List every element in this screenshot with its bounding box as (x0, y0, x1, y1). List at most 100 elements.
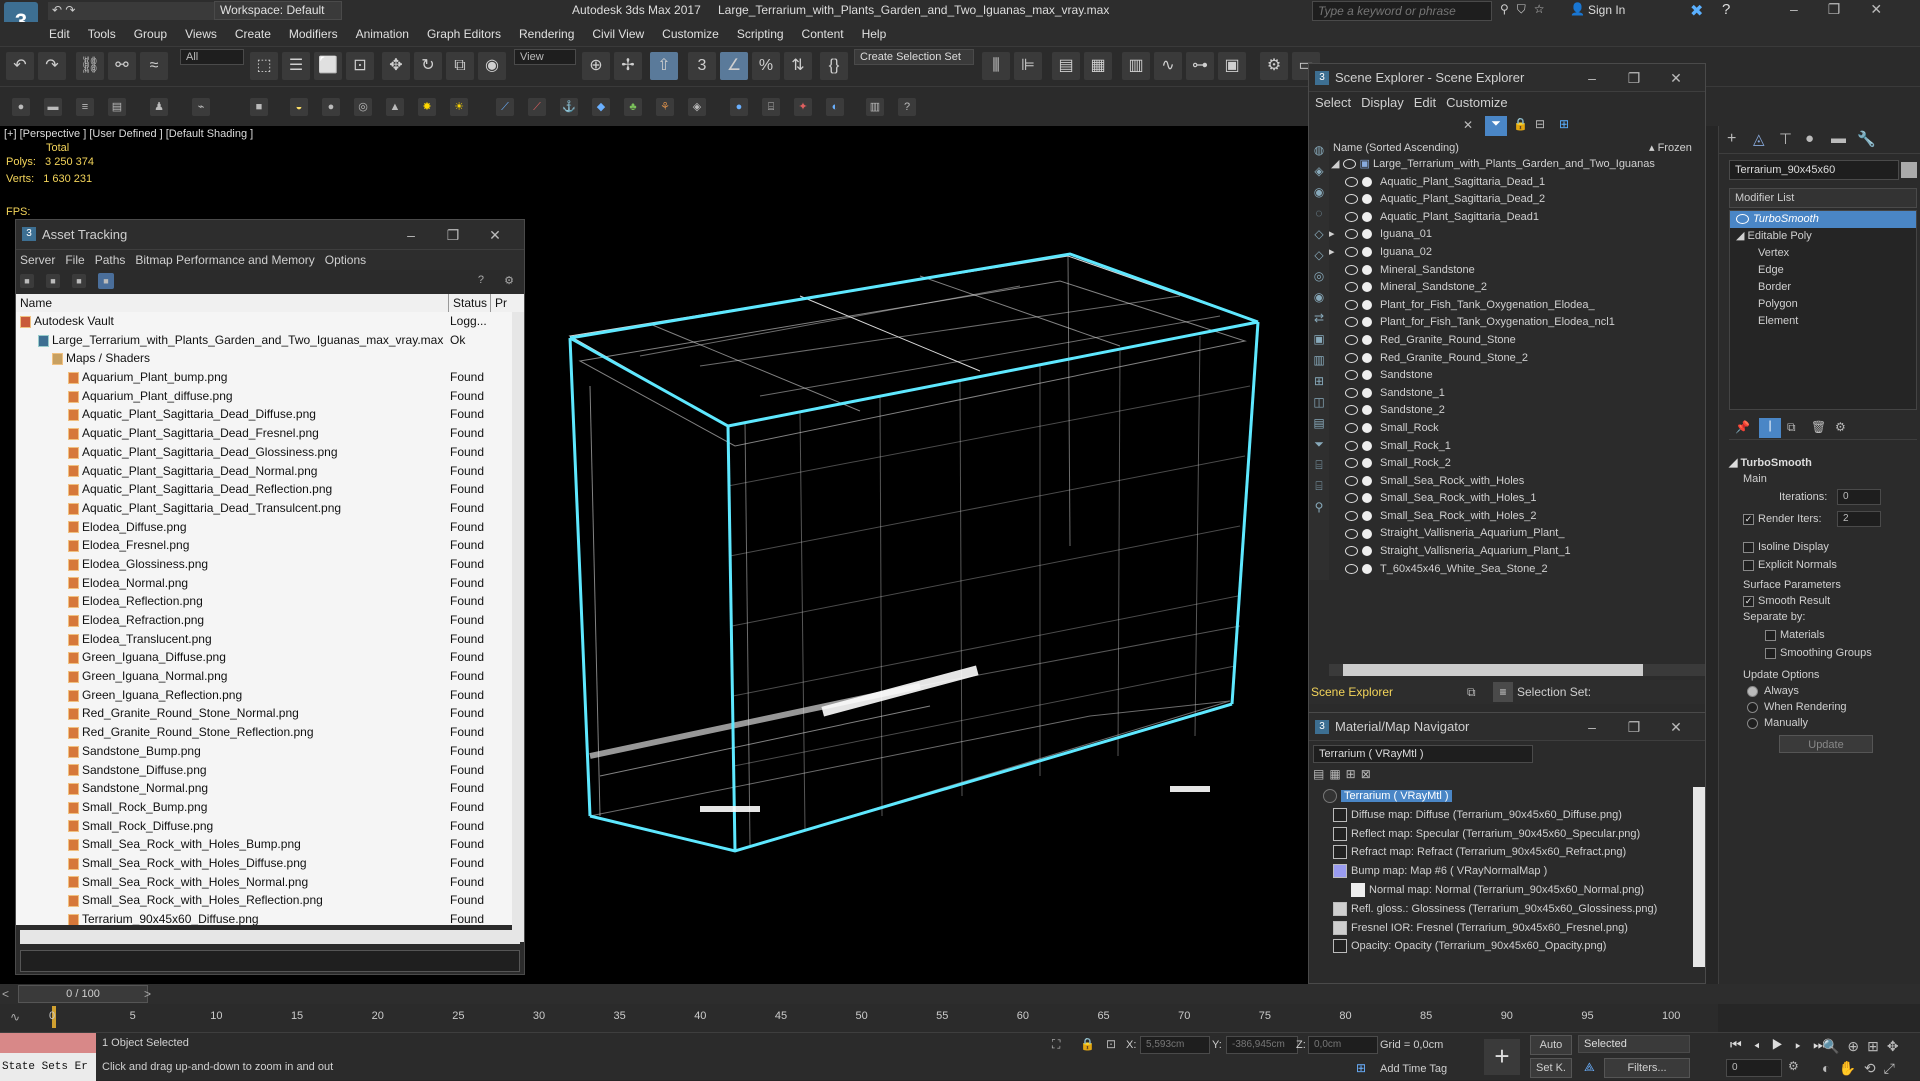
bind-space-warp-icon[interactable]: ≈ (140, 52, 168, 80)
scene-item-row[interactable]: ▸ Iguana_02 (1329, 244, 1705, 262)
placement-icon[interactable]: ◉ (478, 52, 506, 80)
visibility-icon[interactable] (1345, 493, 1358, 504)
isoline-row[interactable]: Isoline Display (1743, 541, 1917, 553)
auto-key-button[interactable]: Auto (1530, 1035, 1572, 1055)
asset-row[interactable]: Elodea_Translucent.png Found (16, 630, 512, 649)
col-name[interactable]: Name (20, 294, 52, 312)
hair-icon[interactable]: ⚘ (656, 98, 674, 116)
material-tree-item[interactable]: Bump map: Map #6 ( VRayNormalMap ) (1313, 862, 1689, 881)
material-tree-item[interactable]: Terrarium ( VRayMtl ) (1313, 787, 1689, 806)
visibility-icon[interactable] (1345, 458, 1358, 469)
torus-icon[interactable]: ◎ (354, 98, 372, 116)
scene-item-row[interactable]: Small_Rock (1329, 420, 1705, 438)
sphere-icon[interactable]: ● (322, 98, 340, 116)
edit-poly-icon[interactable]: ⌁ (192, 98, 210, 116)
scene-item-row[interactable]: Small_Sea_Rock_with_Holes_2 (1329, 508, 1705, 526)
asset-row[interactable]: Small_Sea_Rock_with_Holes_Normal.png Foun… (16, 873, 512, 892)
asset-path-field[interactable] (20, 950, 520, 972)
material-scrollbar[interactable] (1693, 787, 1705, 967)
visibility-icon[interactable] (1345, 546, 1358, 557)
material-tree-item[interactable]: Reflect map: Specular (Terrarium_90x45x6… (1313, 825, 1689, 844)
scene-explorer-dropdown[interactable]: Scene Explorer (1311, 685, 1393, 699)
explicit-normals-checkbox[interactable] (1743, 559, 1754, 571)
visibility-icon[interactable] (1345, 510, 1358, 521)
sign-in-link[interactable]: Sign In (1588, 3, 1625, 17)
asset-menu-server[interactable]: Server (20, 250, 55, 270)
modifier-list-dropdown[interactable]: Modifier List (1729, 188, 1917, 208)
scene-item-row[interactable]: Small_Rock_1 (1329, 438, 1705, 456)
time-slider[interactable]: < 0 / 100 > (0, 984, 1920, 1004)
asset-row[interactable]: Elodea_Normal.png Found (16, 574, 512, 593)
state-sets-field[interactable]: State Sets Er (0, 1053, 96, 1081)
asset-row[interactable]: Sandstone_Diffuse.png Found (16, 761, 512, 780)
visibility-icon[interactable] (1345, 282, 1358, 293)
render-iters-spinner[interactable]: 2 (1837, 511, 1881, 527)
set-key-icon[interactable]: + (1484, 1039, 1520, 1075)
col-status[interactable]: Status (448, 294, 487, 312)
scene-menu-edit[interactable]: Edit (1414, 92, 1436, 114)
scene-menu-select[interactable]: Select (1315, 92, 1351, 114)
undo-icon[interactable]: ↶ (6, 52, 34, 80)
link-icon[interactable]: ⛓ (76, 52, 104, 80)
minimize-icon[interactable]: – (1571, 713, 1613, 741)
close-icon[interactable]: ✕ (1655, 713, 1697, 741)
search-input[interactable] (1312, 1, 1492, 21)
expand-arrow-icon[interactable]: ▸ (1329, 226, 1345, 244)
lock-icon[interactable]: 🔒 (1513, 117, 1528, 131)
manually-row[interactable]: Manually (1747, 717, 1917, 729)
menu-tools[interactable]: Tools (79, 22, 125, 46)
subobject-polygon[interactable]: Polygon (1730, 296, 1916, 313)
view-icon[interactable]: ■ (98, 273, 114, 289)
subobject-vertex[interactable]: Vertex (1730, 245, 1916, 262)
scene-item-row[interactable]: Small_Rock_2 (1329, 455, 1705, 473)
scene-item-row[interactable]: Mineral_Sandstone_2 (1329, 279, 1705, 297)
material-tree-item[interactable]: Diffuse map: Diffuse (Terrarium_90x45x60… (1313, 806, 1689, 825)
asset-row[interactable]: Autodesk Vault Logg... (16, 312, 512, 331)
asset-row[interactable]: Elodea_Refraction.png Found (16, 611, 512, 630)
y-coordinate-field[interactable]: -386,945cm (1226, 1036, 1298, 1054)
view-icon[interactable]: ■ (20, 274, 34, 288)
scene-menu-display[interactable]: Display (1361, 92, 1404, 114)
col-pr[interactable]: Pr (490, 294, 507, 312)
asset-row[interactable]: Green_Iguana_Reflection.png Found (16, 686, 512, 705)
foliage-icon[interactable]: ♣ (624, 98, 642, 116)
menu-customize[interactable]: Customize (653, 22, 728, 46)
scene-item-row[interactable]: Aquatic_Plant_Sagittaria_Dead_2 (1329, 191, 1705, 209)
list-icon[interactable]: ≡ (1493, 682, 1513, 702)
select-by-name-icon[interactable]: ☰ (282, 52, 310, 80)
menu-animation[interactable]: Animation (347, 22, 418, 46)
slider-right-icon[interactable]: > (144, 987, 151, 1001)
maximize-icon[interactable]: ❐ (1613, 64, 1655, 92)
asset-row[interactable]: Red_Granite_Round_Stone_Normal.png Found (16, 704, 512, 723)
schematic-view-icon[interactable]: ⊶ (1186, 52, 1214, 80)
modify-tab-icon[interactable]: ◬ (1753, 130, 1765, 148)
isoline-checkbox[interactable] (1743, 541, 1754, 553)
scene-item-row[interactable]: Sandstone_1 (1329, 385, 1705, 403)
asset-row[interactable]: Aquarium_Plant_bump.png Found (16, 368, 512, 387)
visibility-icon[interactable] (1345, 194, 1358, 205)
asset-row[interactable]: Aquatic_Plant_Sagittaria_Dead_Transulcen… (16, 499, 512, 518)
asset-row[interactable]: Elodea_Reflection.png Found (16, 592, 512, 611)
visibility-icon[interactable] (1342, 159, 1356, 170)
menu-views[interactable]: Views (176, 22, 226, 46)
smoothing-groups-row[interactable]: Smoothing Groups (1765, 647, 1917, 659)
rect-selection-icon[interactable]: ⬜ (314, 52, 342, 80)
help-icon[interactable]: ? (1722, 1, 1730, 18)
absolute-mode-icon[interactable]: ⊡ (1106, 1037, 1116, 1051)
unlink-icon[interactable]: ⚯ (108, 52, 136, 80)
asset-row[interactable]: Aquatic_Plant_Sagittaria_Dead_Reflection… (16, 480, 512, 499)
asset-tracking-titlebar[interactable]: 3 Asset Tracking – ❐ ✕ (16, 220, 524, 250)
asset-row[interactable]: Green_Iguana_Normal.png Found (16, 667, 512, 686)
time-tag-icon[interactable]: ⊞ (1356, 1061, 1366, 1075)
asset-hscrollbar[interactable] (20, 930, 520, 944)
smooth-result-row[interactable]: ✓ Smooth Result (1743, 595, 1917, 607)
subobject-element[interactable]: Element (1730, 313, 1916, 330)
show-end-result-icon[interactable]: | (1759, 418, 1781, 438)
visibility-icon[interactable] (1345, 229, 1358, 240)
add-time-tag[interactable]: Add Time Tag (1380, 1063, 1447, 1075)
object-color-swatch[interactable] (1901, 162, 1917, 178)
iterations-spinner[interactable]: 0 (1837, 489, 1881, 505)
view-mode-icons[interactable]: ▤▦⊞⊠ (1313, 767, 1376, 781)
scene-item-row[interactable]: Straight_Vallisneria_Aquarium_Plant_ (1329, 525, 1705, 543)
keyboard-shortcut-icon[interactable]: ⇧ (650, 52, 678, 80)
